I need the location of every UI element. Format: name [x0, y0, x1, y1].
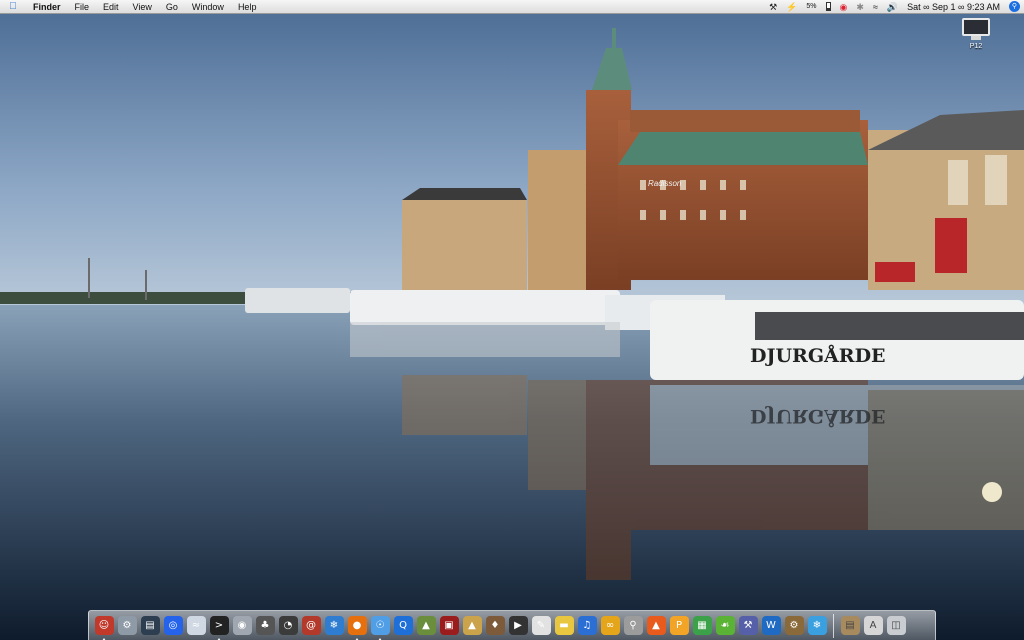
- preview-icon: ⚲: [623, 616, 643, 635]
- dock-item-stethoscope[interactable]: ♣: [254, 614, 276, 638]
- menu-bar:  Finder File Edit View Go Window Help ⚒…: [0, 0, 1024, 14]
- dock-item-activity-monitor[interactable]: ▤: [139, 614, 161, 638]
- numbers-icon: ▦: [692, 616, 712, 635]
- desktop-icon-label: P12: [969, 43, 983, 50]
- menu-view[interactable]: View: [126, 0, 159, 14]
- stickies-icon: ▬: [554, 616, 574, 635]
- menu-edit[interactable]: Edit: [96, 0, 126, 14]
- lightning-icon[interactable]: ⚡: [786, 0, 797, 14]
- pages-icon: P: [669, 616, 689, 635]
- cyberduck-icon: ▲: [462, 616, 482, 635]
- dock-item-camino[interactable]: ☉: [369, 614, 391, 640]
- documents-stack-icon: ▤: [840, 616, 860, 635]
- address-book-icon: @: [301, 616, 321, 635]
- word-icon: W: [761, 616, 781, 635]
- menu-file[interactable]: File: [68, 0, 97, 14]
- bluetooth-icon[interactable]: ✱: [856, 0, 864, 14]
- dock: ☺ ⚙ ▤ ◎ ≈ > ◉ ♣ ◔ @ ❄ ● ☉ Q ▲ ▣ ▲ ♦ ▶ ✎ ▬ ♫ ∞ ⚲ ▲ P ▦ ☙ ⚒ W ⚙ ❄ ▤ A ◫: [88, 610, 936, 640]
- dock-item-preview[interactable]: ⚲: [622, 614, 644, 638]
- apple-menu-icon[interactable]: : [0, 1, 26, 12]
- dock-item-photo-booth[interactable]: ▣: [438, 614, 460, 638]
- dock-item-xcode[interactable]: ⚒: [737, 614, 759, 638]
- dock-item-airport[interactable]: ≈: [185, 614, 207, 638]
- dock-item-safari[interactable]: ❄: [323, 614, 345, 638]
- network-utility-icon: ◎: [163, 616, 183, 635]
- imovie-icon: ▶: [508, 616, 528, 635]
- dock-separator: [833, 613, 834, 638]
- dock-item-numbers[interactable]: ▦: [691, 614, 713, 638]
- desktop-icon-p12[interactable]: P12: [958, 18, 994, 50]
- firefox-icon: ●: [347, 616, 367, 635]
- smultron-icon: ☙: [715, 616, 735, 635]
- dock-item-grapher[interactable]: ▲: [645, 614, 667, 638]
- system-prefs-icon: ⚙: [117, 616, 137, 635]
- dock-item-address-book[interactable]: @: [300, 614, 322, 638]
- adium-icon: ∞: [600, 616, 620, 635]
- spotlight-search-icon[interactable]: ⚲: [1009, 1, 1020, 12]
- wallpaper-harbour-scene: DJURGÅRDE Radisson DJURGÅRDE: [0, 14, 1024, 640]
- dock-item-disk-utility[interactable]: ◉: [231, 614, 253, 638]
- camino-icon: ☉: [370, 616, 390, 635]
- menu-window[interactable]: Window: [185, 0, 231, 14]
- battery-icon[interactable]: [825, 2, 831, 11]
- dock-item-smultron[interactable]: ☙: [714, 614, 736, 638]
- dock-item-pages[interactable]: P: [668, 614, 690, 638]
- dock-item-itunes[interactable]: ♫: [576, 614, 598, 638]
- dock-item-imovie[interactable]: ▶: [507, 614, 529, 638]
- dock-item-terminal[interactable]: >: [208, 614, 230, 640]
- tools-icon[interactable]: ⚒: [769, 0, 777, 14]
- desktop-wallpaper: DJURGÅRDE Radisson DJURGÅRDE: [0, 0, 1024, 640]
- dock-item-finder[interactable]: ☺: [93, 614, 115, 640]
- dock-item-word[interactable]: W: [760, 614, 782, 638]
- xcode-icon: ⚒: [738, 616, 758, 635]
- disk-utility-icon: ◉: [232, 616, 252, 635]
- dock-item-dashboard[interactable]: ◔: [277, 614, 299, 638]
- volume-icon[interactable]: 🔊: [887, 0, 898, 14]
- dock-item-textedit[interactable]: ✎: [530, 614, 552, 638]
- dock-item-transmission[interactable]: ♦: [484, 614, 506, 638]
- dock-item-cyberduck[interactable]: ▲: [461, 614, 483, 638]
- imac-icon: [962, 18, 990, 40]
- applications-stack-icon: A: [863, 616, 883, 635]
- airport-icon: ≈: [186, 616, 206, 635]
- terminal-icon: >: [209, 616, 229, 635]
- dock-item-adium[interactable]: ∞: [599, 614, 621, 638]
- menu-app-finder[interactable]: Finder: [26, 0, 68, 14]
- activity-monitor-icon: ▤: [140, 616, 160, 635]
- menu-go[interactable]: Go: [159, 0, 185, 14]
- svg-text:DJURGÅRDE: DJURGÅRDE: [750, 405, 886, 428]
- dock-item-applications-stack[interactable]: A: [862, 614, 884, 638]
- dock-item-firefox[interactable]: ●: [346, 614, 368, 640]
- battery-percent[interactable]: 5%: [806, 0, 816, 14]
- menubar-clock[interactable]: Sat ∞ Sep 1 ∞ 9:23 AM: [907, 2, 1000, 12]
- dock-item-quicktime[interactable]: Q: [392, 614, 414, 638]
- iphoto-icon: ▲: [416, 616, 436, 635]
- dock-item-automator[interactable]: ⚙: [783, 614, 805, 638]
- snow-icon-icon: ❄: [807, 616, 827, 635]
- color-wheel-icon[interactable]: ◉: [840, 0, 848, 14]
- finder-icon: ☺: [94, 616, 114, 635]
- trash-icon: ◫: [886, 616, 906, 635]
- wallpaper-hotel-sign: Radisson: [648, 179, 682, 188]
- dock-item-iphoto[interactable]: ▲: [415, 614, 437, 638]
- automator-icon: ⚙: [784, 616, 804, 635]
- textedit-icon: ✎: [531, 616, 551, 635]
- quicktime-icon: Q: [393, 616, 413, 635]
- wallpaper-boat-name: DJURGÅRDE: [750, 344, 886, 367]
- safari-icon: ❄: [324, 616, 344, 635]
- dock-item-network-utility[interactable]: ◎: [162, 614, 184, 638]
- grapher-icon: ▲: [646, 616, 666, 635]
- dock-item-stickies[interactable]: ▬: [553, 614, 575, 638]
- menu-help[interactable]: Help: [231, 0, 264, 14]
- dock-item-snow-icon[interactable]: ❄: [806, 614, 828, 638]
- stethoscope-icon: ♣: [255, 616, 275, 635]
- photo-booth-icon: ▣: [439, 616, 459, 635]
- dock-item-system-prefs[interactable]: ⚙: [116, 614, 138, 638]
- dock-item-trash[interactable]: ◫: [885, 614, 907, 638]
- dashboard-icon: ◔: [278, 616, 298, 635]
- wifi-icon[interactable]: ≈: [873, 0, 878, 14]
- transmission-icon: ♦: [485, 616, 505, 635]
- itunes-icon: ♫: [577, 616, 597, 635]
- dock-item-documents-stack[interactable]: ▤: [839, 614, 861, 638]
